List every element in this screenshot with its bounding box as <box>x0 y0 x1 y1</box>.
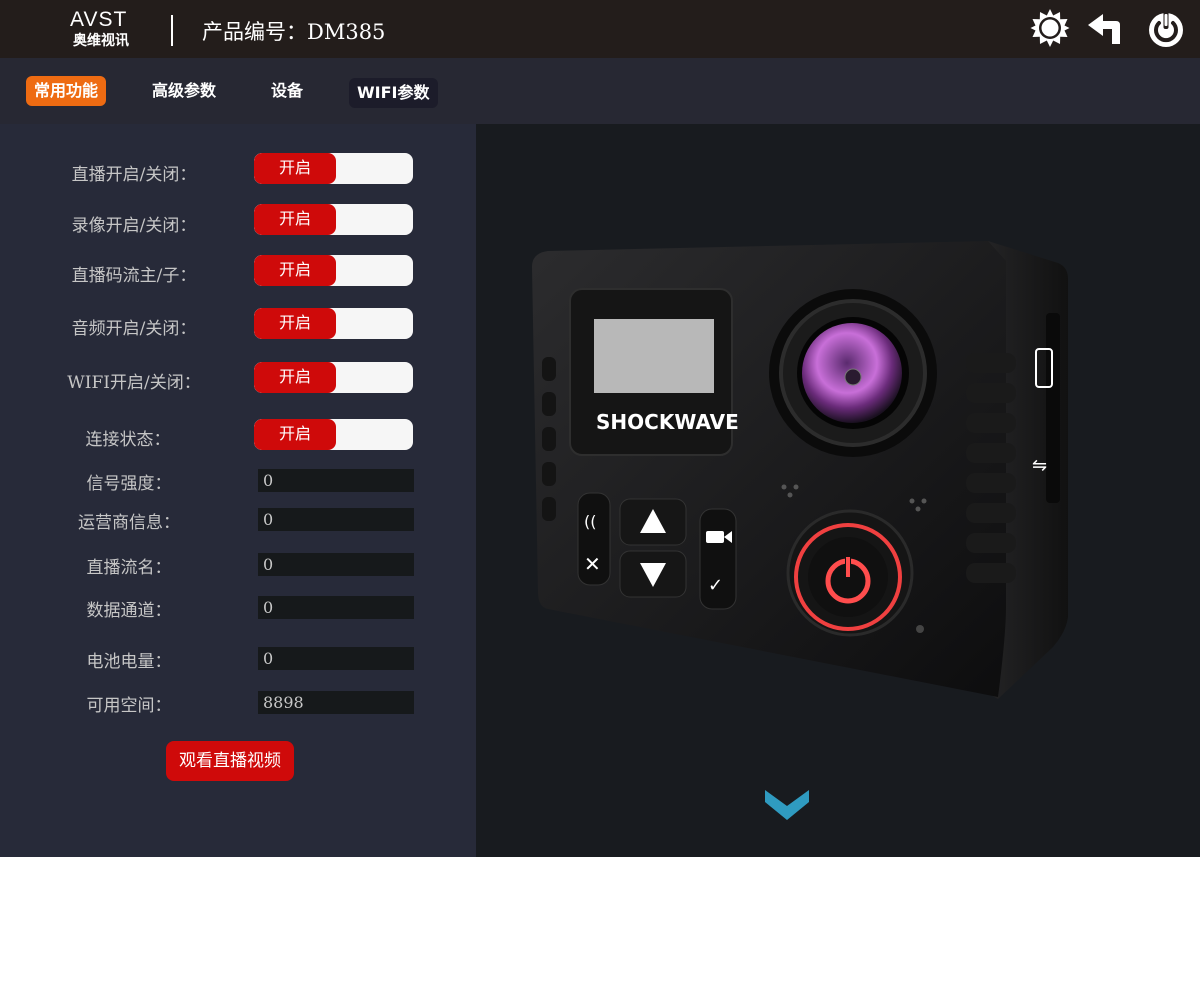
live-toggle[interactable]: 开启 <box>254 153 413 184</box>
header-divider <box>171 15 173 46</box>
connection-status-toggle[interactable]: 开启 <box>254 419 413 450</box>
stream-type-toggle-label: 直播码流主/子： <box>71 266 197 286</box>
carrier-info-value: 0 <box>258 508 414 531</box>
svg-text:⇋: ⇋ <box>1032 455 1047 476</box>
settings-panel: 直播开启/关闭： 开启 录像开启/关闭： 开启 直播码流主/子： 开启 音频开启… <box>0 124 476 857</box>
wifi-toggle-label: WIFI开启/关闭： <box>67 373 201 393</box>
signal-strength-label: 信号强度： <box>86 474 172 494</box>
live-toggle-label: 直播开启/关闭： <box>71 165 197 185</box>
battery-level-value: 0 <box>258 647 414 670</box>
logo-text-cn: 奥维视讯 <box>73 33 129 49</box>
watch-live-video-button[interactable]: 观看直播视频 <box>166 741 294 781</box>
free-space-label: 可用空间： <box>86 696 172 716</box>
tab-wifi-params[interactable]: WIFI参数 <box>349 78 438 108</box>
tab-advanced-params[interactable]: 高级参数 <box>144 76 224 106</box>
stream-name-value: 0 <box>258 553 414 576</box>
record-toggle-label: 录像开启/关闭： <box>71 216 197 236</box>
svg-text:((: (( <box>584 512 596 531</box>
app-window: AVST 奥维视讯 产品编号：DM385 常用功能 高级参数 设备 WIFI参数… <box>0 0 1200 857</box>
signal-strength-value: 0 <box>258 469 414 492</box>
audio-toggle[interactable]: 开启 <box>254 308 413 339</box>
stream-type-toggle-state: 开启 <box>254 255 336 286</box>
tab-device[interactable]: 设备 <box>263 76 311 106</box>
gear-icon[interactable] <box>1030 8 1070 48</box>
record-toggle[interactable]: 开启 <box>254 204 413 235</box>
data-channel-label: 数据通道： <box>86 601 172 621</box>
product-number: 产品编号：DM385 <box>202 20 386 44</box>
connection-status-label: 连接状态： <box>85 430 171 450</box>
header-bar: AVST 奥维视讯 产品编号：DM385 <box>0 0 1200 58</box>
battery-level-label: 电池电量： <box>86 652 172 672</box>
logo-text-en: AVST <box>70 8 128 31</box>
record-toggle-state: 开启 <box>254 204 336 235</box>
tab-common-functions[interactable]: 常用功能 <box>26 76 107 106</box>
svg-text:✓: ✓ <box>708 575 723 596</box>
camera-brand-text: SHOCKWAVE <box>596 410 739 434</box>
live-toggle-state: 开启 <box>254 153 336 184</box>
stream-name-label: 直播流名： <box>86 558 172 578</box>
audio-toggle-label: 音频开启/关闭： <box>71 319 197 339</box>
wifi-toggle[interactable]: 开启 <box>254 362 413 393</box>
tab-bar: 常用功能 高级参数 设备 WIFI参数 <box>0 58 1200 124</box>
carrier-info-label: 运营商信息： <box>78 513 180 533</box>
back-arrow-icon[interactable] <box>1086 8 1126 48</box>
wifi-toggle-state: 开启 <box>254 362 336 393</box>
device-preview-panel: ⇋ SHOCKWAVE (( ✕ ✓ <box>476 124 1200 857</box>
brand-logo: AVST 奥维视讯 <box>68 6 148 52</box>
power-icon[interactable] <box>1146 8 1186 48</box>
chevron-down-icon[interactable] <box>765 790 809 824</box>
data-channel-value: 0 <box>258 596 414 619</box>
free-space-value: 8898 <box>258 691 414 714</box>
stream-type-toggle[interactable]: 开启 <box>254 255 413 286</box>
camera-image: ⇋ SHOCKWAVE (( ✕ ✓ <box>528 237 1073 711</box>
audio-toggle-state: 开启 <box>254 308 336 339</box>
svg-text:✕: ✕ <box>584 552 601 576</box>
connection-status-state: 开启 <box>254 419 336 450</box>
